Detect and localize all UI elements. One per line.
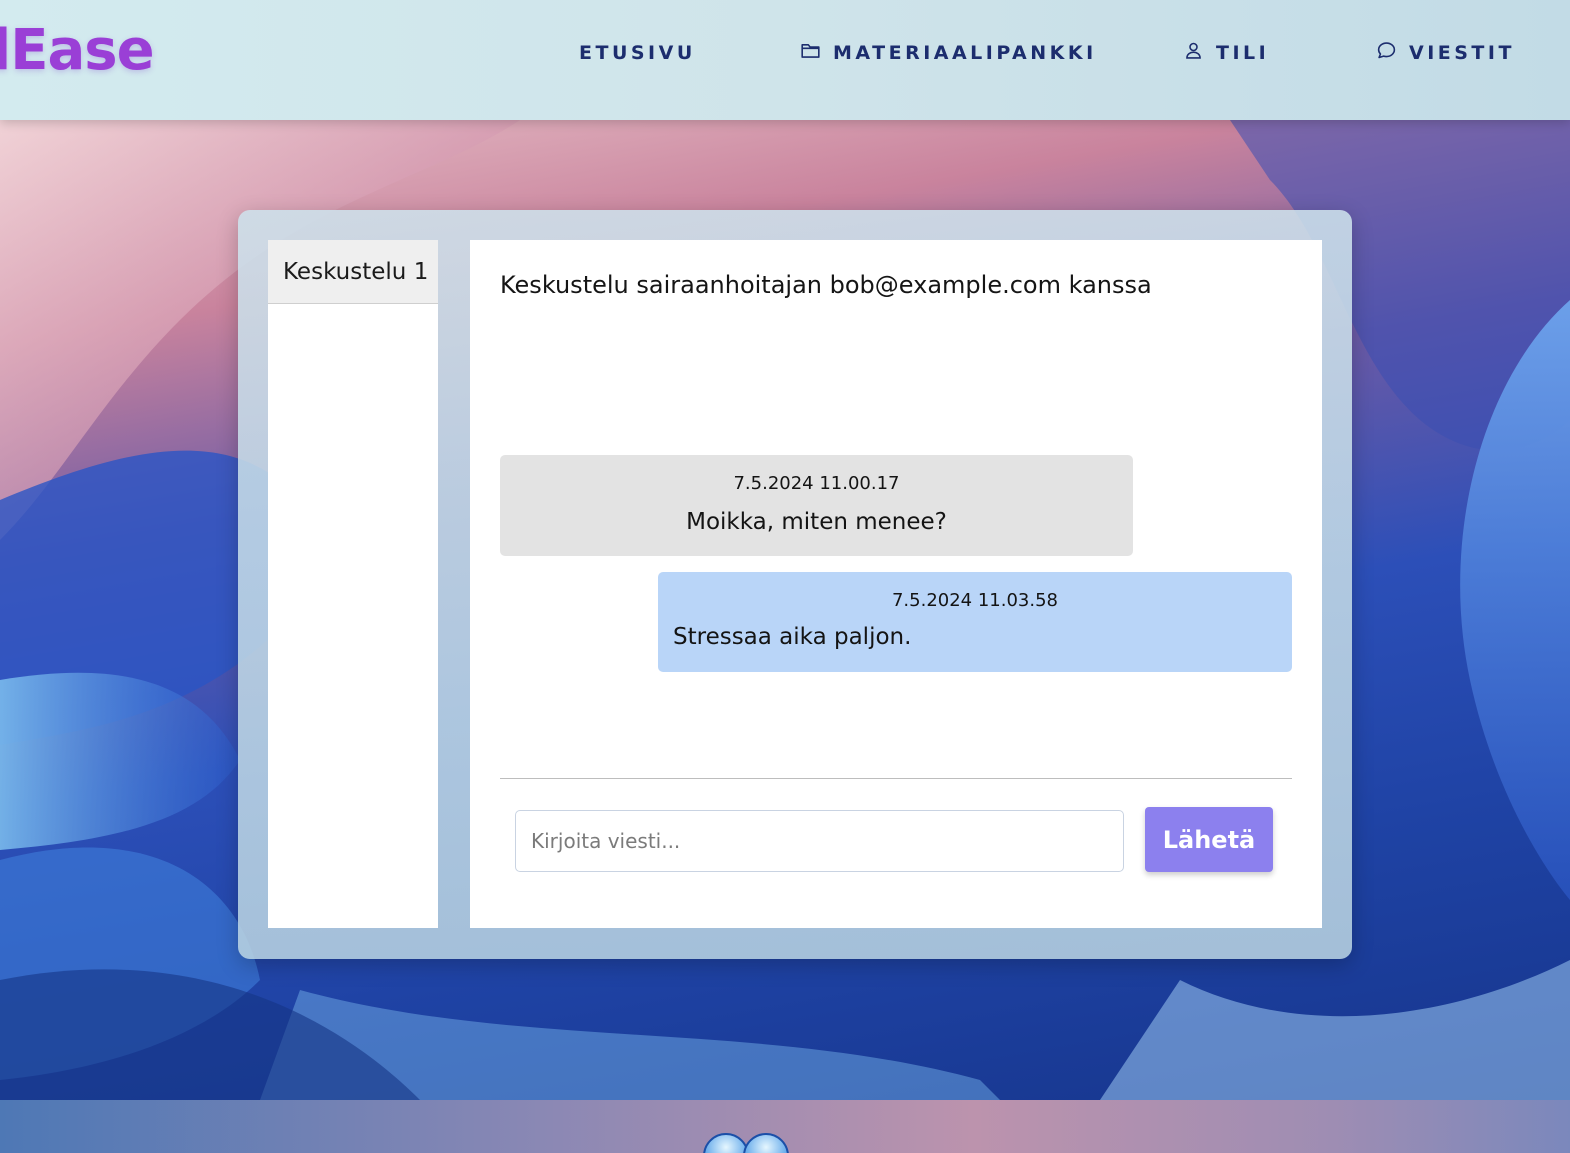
incoming-message: 7.5.2024 11.00.17 Moikka, miten menee?	[500, 455, 1133, 556]
message-timestamp: 7.5.2024 11.00.17	[733, 473, 900, 494]
chat-title: Keskustelu sairaanhoitajan bob@example.c…	[500, 271, 1152, 299]
nav-link-label: ETUSIVU	[579, 42, 696, 64]
chat-window: Keskustelu sairaanhoitajan bob@example.c…	[470, 240, 1322, 928]
composer-divider	[500, 778, 1292, 779]
outgoing-message: 7.5.2024 11.03.58 Stressaa aika paljon.	[658, 572, 1292, 672]
conversation-item[interactable]: Keskustelu 1	[268, 240, 438, 304]
messages-panel: Keskustelu 1 Keskustelu sairaanhoitajan …	[238, 210, 1352, 959]
message-timestamp: 7.5.2024 11.03.58	[891, 590, 1059, 611]
conversation-list: Keskustelu 1	[268, 240, 438, 928]
folder-icon	[800, 40, 821, 66]
nav-link-materiaalipankki[interactable]: MATERIAALIPANKKI	[800, 40, 1097, 66]
top-navigation-bar: lEase ETUSIVU MATERIAALIPANKKI TILI VIES…	[0, 0, 1570, 120]
message-text: Stressaa aika paljon.	[673, 624, 912, 650]
nav-link-label: MATERIAALIPANKKI	[833, 42, 1097, 64]
site-logo[interactable]: lEase	[0, 18, 155, 83]
conversation-item-label: Keskustelu 1	[283, 258, 429, 285]
message-text: Moikka, miten menee?	[686, 509, 947, 535]
nav-link-label: VIESTIT	[1409, 42, 1515, 64]
nav-link-viestit[interactable]: VIESTIT	[1376, 40, 1515, 66]
footer	[0, 1100, 1570, 1153]
user-icon	[1183, 40, 1204, 66]
chat-bubble-icon	[1376, 40, 1397, 66]
message-input[interactable]	[515, 810, 1124, 872]
nav-link-tili[interactable]: TILI	[1183, 40, 1269, 66]
send-button[interactable]: Lähetä	[1145, 807, 1273, 872]
nav-link-etusivu[interactable]: ETUSIVU	[579, 40, 696, 66]
footer-logo-icon	[703, 1133, 789, 1153]
nav-link-label: TILI	[1216, 42, 1270, 64]
